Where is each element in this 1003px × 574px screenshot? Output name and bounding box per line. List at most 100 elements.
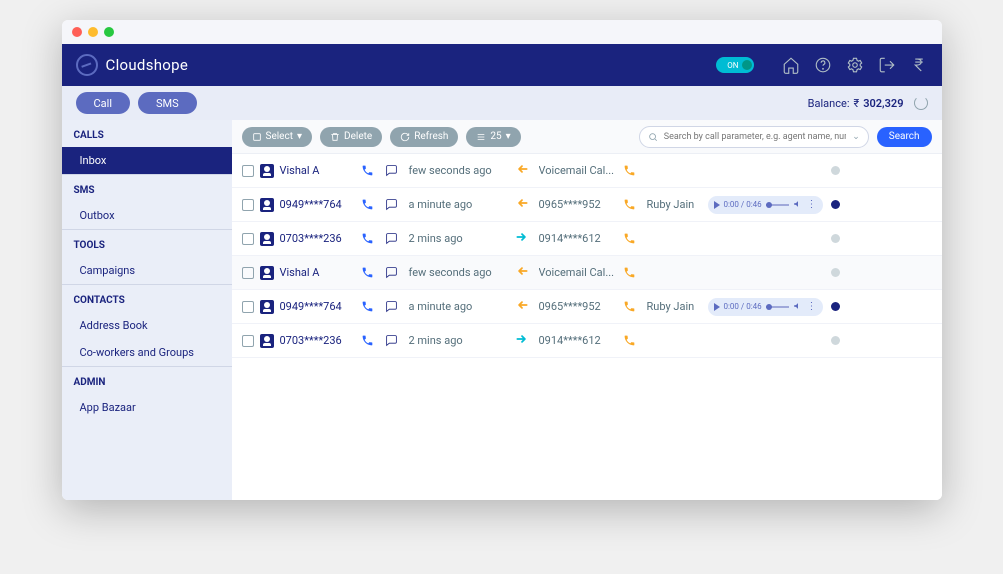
call-button[interactable]: Call xyxy=(76,92,131,114)
call-time: a minute ago xyxy=(409,198,509,211)
call-time: few seconds ago xyxy=(409,266,509,279)
handset-icon xyxy=(623,334,641,347)
handset-icon xyxy=(623,300,641,313)
sidebar-item-address-book[interactable]: Address Book xyxy=(62,312,232,339)
chevron-down-icon[interactable]: ⌄ xyxy=(852,132,860,142)
phone-icon[interactable] xyxy=(361,266,379,279)
call-row[interactable]: 0949****764 a minute ago 0965****952 Rub… xyxy=(232,290,942,324)
sidebar-item-inbox[interactable]: Inbox xyxy=(62,147,232,174)
delete-chip-label: Delete xyxy=(344,131,372,142)
sms-button-label: SMS xyxy=(156,97,179,110)
play-icon[interactable] xyxy=(714,201,720,209)
message-icon[interactable] xyxy=(385,198,403,211)
contact-icon xyxy=(260,232,274,246)
logout-icon[interactable] xyxy=(878,56,896,74)
balance-currency: ₹ xyxy=(854,97,860,110)
play-icon[interactable] xyxy=(714,303,720,311)
currency-icon[interactable] xyxy=(910,56,928,74)
rows-chip[interactable]: 25 ▾ xyxy=(466,127,520,147)
direction-icon xyxy=(515,162,533,179)
search-input[interactable] xyxy=(664,132,846,142)
call-row[interactable]: Vishal A few seconds ago Voicemail Cal..… xyxy=(232,256,942,290)
sidebar-item-outbox[interactable]: Outbox xyxy=(62,202,232,229)
search-button-label: Search xyxy=(889,131,920,142)
call-time: a minute ago xyxy=(409,300,509,313)
message-icon[interactable] xyxy=(385,334,403,347)
main-panel: Select ▾ Delete Refresh 25 ▾ xyxy=(232,120,942,500)
table-toolbar: Select ▾ Delete Refresh 25 ▾ xyxy=(232,120,942,154)
phone-icon[interactable] xyxy=(361,334,379,347)
row-checkbox[interactable] xyxy=(242,199,254,211)
balance-refresh-icon[interactable] xyxy=(914,96,928,110)
online-toggle[interactable]: ON xyxy=(716,57,754,73)
row-checkbox[interactable] xyxy=(242,233,254,245)
row-checkbox[interactable] xyxy=(242,301,254,313)
audio-time: 0:00 / 0:46 xyxy=(724,200,762,209)
sidebar-section: CALLS Inbox xyxy=(62,120,232,174)
brand-name: Cloudshope xyxy=(106,56,189,74)
call-row[interactable]: 0703****236 2 mins ago 0914****612 xyxy=(232,324,942,358)
contact-icon xyxy=(260,334,274,348)
sidebar-section: SMS Outbox xyxy=(62,175,232,229)
speaker-icon[interactable] xyxy=(793,199,803,211)
app-header: Cloudshope ON xyxy=(62,44,942,86)
sidebar-heading-admin: ADMIN xyxy=(62,367,232,394)
audio-player[interactable]: 0:00 / 0:46 ⋮ xyxy=(708,298,823,316)
home-icon[interactable] xyxy=(782,56,800,74)
message-icon[interactable] xyxy=(385,266,403,279)
sms-button[interactable]: SMS xyxy=(138,92,197,114)
audio-player[interactable]: 0:00 / 0:46 ⋮ xyxy=(708,196,823,214)
audio-menu-icon[interactable]: ⋮ xyxy=(807,200,817,210)
sidebar-item-coworkers[interactable]: Co-workers and Groups xyxy=(62,339,232,366)
sidebar-item-app-bazaar[interactable]: App Bazaar xyxy=(62,394,232,421)
phone-icon[interactable] xyxy=(361,198,379,211)
contact-icon xyxy=(260,198,274,212)
minimize-window-dot[interactable] xyxy=(88,27,98,37)
call-row[interactable]: 0703****236 2 mins ago 0914****612 xyxy=(232,222,942,256)
audio-player-slot: 0:00 / 0:46 ⋮ xyxy=(708,298,823,316)
call-time: 2 mins ago xyxy=(409,334,509,347)
settings-icon[interactable] xyxy=(846,56,864,74)
sidebar-heading-sms: SMS xyxy=(62,175,232,202)
row-checkbox[interactable] xyxy=(242,267,254,279)
row-checkbox[interactable] xyxy=(242,335,254,347)
status-dot xyxy=(831,200,840,209)
destination: 0914****612 xyxy=(539,334,617,347)
call-time: few seconds ago xyxy=(409,164,509,177)
app-body: CALLS Inbox SMS Outbox TOOLS Campaigns C… xyxy=(62,120,942,500)
call-button-label: Call xyxy=(94,97,113,110)
maximize-window-dot[interactable] xyxy=(104,27,114,37)
rows-chip-label: 25 xyxy=(490,131,501,142)
message-icon[interactable] xyxy=(385,300,403,313)
status-dot xyxy=(831,336,840,345)
call-row[interactable]: 0949****764 a minute ago 0965****952 Rub… xyxy=(232,188,942,222)
message-icon[interactable] xyxy=(385,232,403,245)
audio-time: 0:00 / 0:46 xyxy=(724,302,762,311)
message-icon[interactable] xyxy=(385,164,403,177)
caller-name: Vishal A xyxy=(280,164,320,177)
phone-icon[interactable] xyxy=(361,300,379,313)
close-window-dot[interactable] xyxy=(72,27,82,37)
delete-chip[interactable]: Delete xyxy=(320,127,382,147)
refresh-chip[interactable]: Refresh xyxy=(390,127,458,147)
audio-menu-icon[interactable]: ⋮ xyxy=(807,302,817,312)
destination: 0965****952 xyxy=(539,300,617,313)
phone-icon[interactable] xyxy=(361,232,379,245)
balance-label: Balance: xyxy=(808,97,850,110)
row-checkbox[interactable] xyxy=(242,165,254,177)
destination: 0914****612 xyxy=(539,232,617,245)
speaker-icon[interactable] xyxy=(793,301,803,313)
select-chip[interactable]: Select ▾ xyxy=(242,127,313,147)
audio-track[interactable] xyxy=(766,204,789,206)
search-field[interactable]: ⌄ xyxy=(639,126,869,148)
call-row[interactable]: Vishal A few seconds ago Voicemail Cal..… xyxy=(232,154,942,188)
search-button[interactable]: Search xyxy=(877,127,932,147)
help-icon[interactable] xyxy=(814,56,832,74)
balance-display: Balance: ₹302,329 xyxy=(808,96,928,110)
call-time: 2 mins ago xyxy=(409,232,509,245)
app-window: Cloudshope ON Call SMS Balance: ₹302,329… xyxy=(62,20,942,500)
phone-icon[interactable] xyxy=(361,164,379,177)
sidebar-item-campaigns[interactable]: Campaigns xyxy=(62,257,232,284)
audio-track[interactable] xyxy=(766,306,789,308)
call-rows: Vishal A few seconds ago Voicemail Cal..… xyxy=(232,154,942,358)
